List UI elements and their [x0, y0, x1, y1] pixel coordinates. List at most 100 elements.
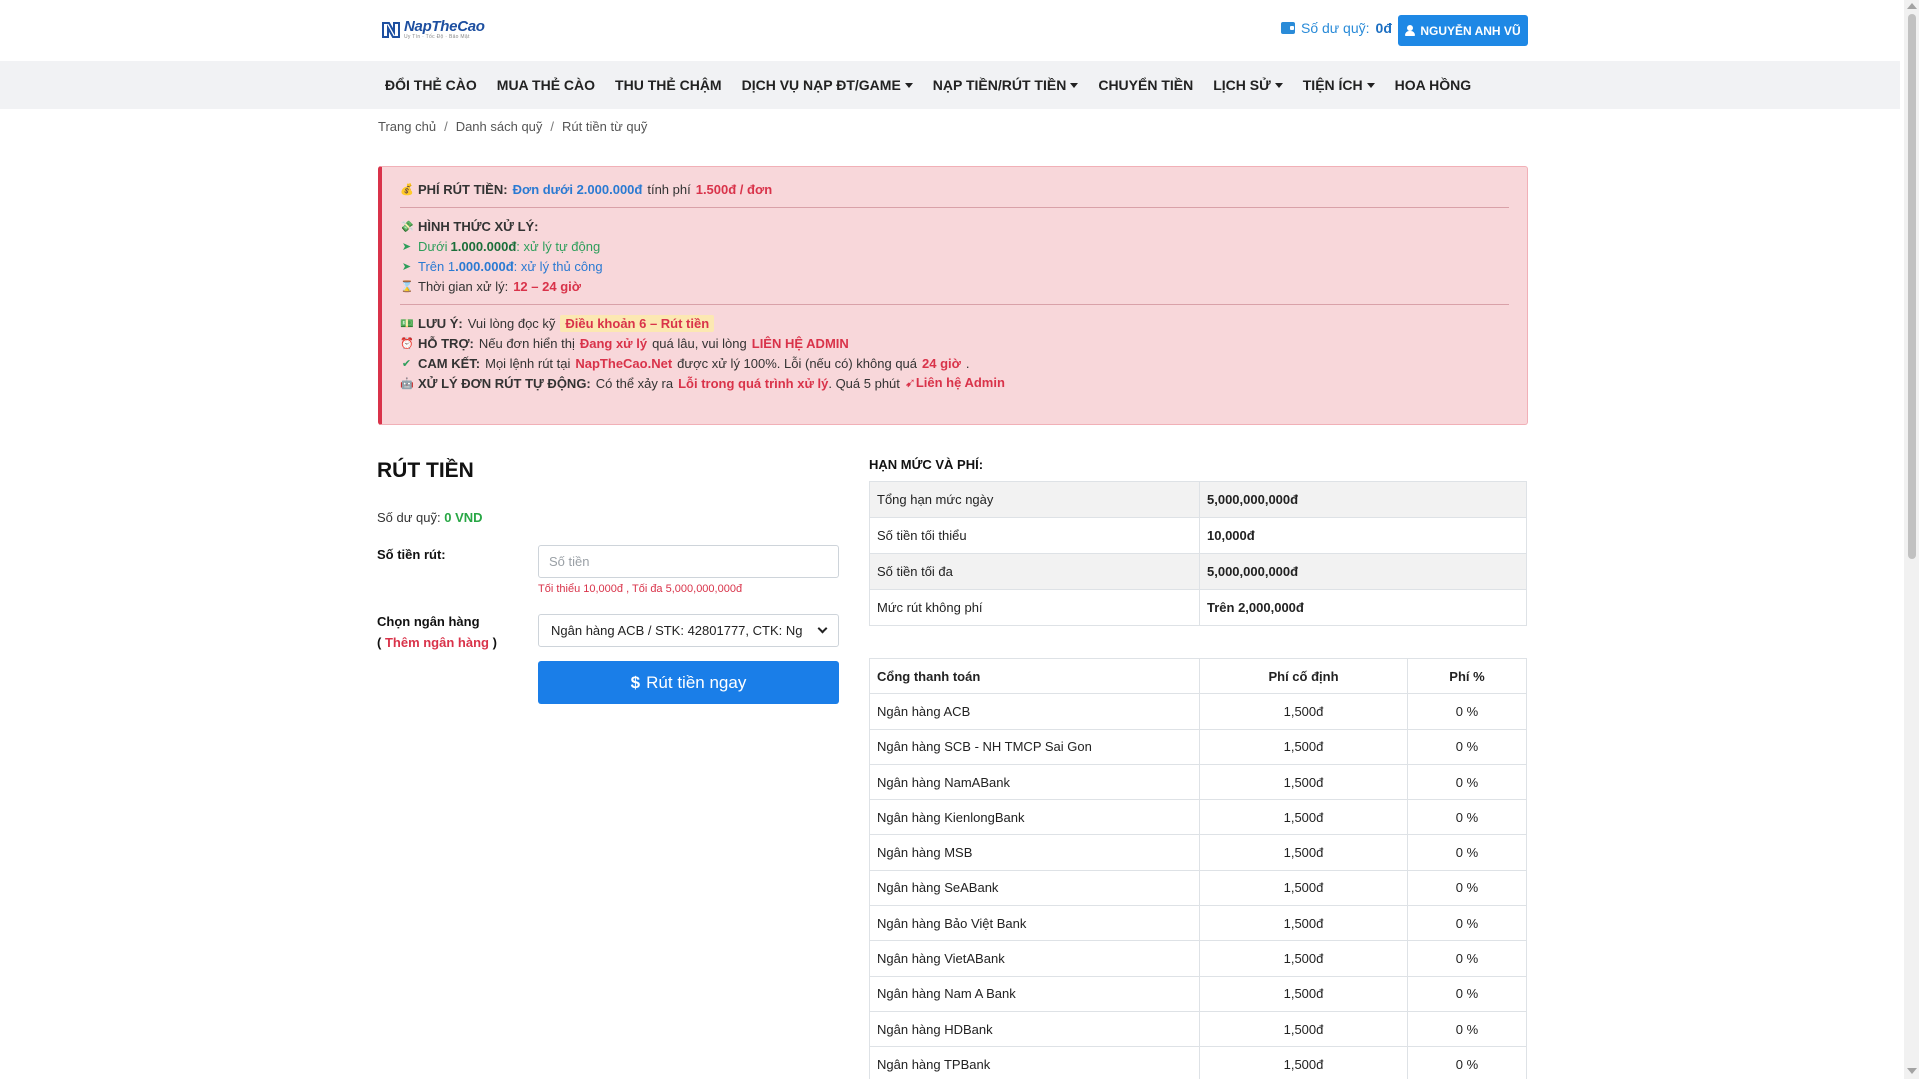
breadcrumb: Trang chủ / Danh sách quỹ / Rút tiền từ … — [378, 119, 647, 134]
auto-process-line: 🤖 XỬ LÝ ĐƠN RÚT TỰ ĐỘNG: Có thể xảy ra L… — [400, 373, 1509, 393]
page-scrollbar[interactable] — [1904, 0, 1919, 1079]
wallet-icon — [1281, 22, 1295, 34]
amount-input[interactable] — [538, 545, 839, 578]
money-wings-icon: 💸 — [400, 220, 414, 233]
percent-fee: 0 % — [1407, 834, 1527, 871]
nav-item-label: TIỆN ÍCH — [1302, 77, 1363, 93]
fund-value: 0 VND — [444, 510, 483, 525]
nav-item-6[interactable]: LỊCH SỬ — [1213, 77, 1283, 93]
percent-fee: 0 % — [1407, 728, 1527, 765]
breadcrumb-current: Rút tiền từ quỹ — [562, 119, 648, 134]
scroll-thumb[interactable] — [1908, 14, 1916, 559]
over-threshold-line: ➤ Trên 1 .000.000đ : xử lý thủ công — [400, 256, 1509, 276]
nav-item-label: THU THẺ CHẬM — [615, 77, 722, 93]
fund-balance: Số dư quỹ: 0 VND — [377, 510, 483, 525]
nav-item-3[interactable]: DỊCH VỤ NẠP ĐT/GAME — [742, 77, 913, 93]
bank-select[interactable]: Ngân hàng ACB / STK: 42801777, CTK: Ng — [538, 614, 839, 647]
support-label: HỖ TRỢ: — [418, 335, 474, 351]
fixed-fee: 1,500đ — [1199, 869, 1408, 907]
balance-label: Số dư quỹ: — [1301, 20, 1370, 36]
caret-down-icon — [1274, 82, 1283, 88]
percent-fee: 0 % — [1407, 799, 1527, 836]
limit-label: Số tiền tối thiểu — [869, 517, 1200, 554]
robot-icon: 🤖 — [400, 377, 414, 390]
process-label: HÌNH THỨC XỬ LÝ: — [418, 218, 539, 234]
fixed-fee: 1,500đ — [1199, 693, 1408, 730]
nav-item-label: HOA HỒNG — [1394, 77, 1472, 93]
breadcrumb-fund-list[interactable]: Danh sách quỹ — [456, 119, 543, 134]
fund-label: Số dư quỹ: — [377, 510, 441, 525]
fixed-fee: 1,500đ — [1199, 905, 1408, 942]
time-value: 12 – 24 giờ — [513, 278, 581, 294]
percent-fee: 0 % — [1407, 869, 1527, 907]
limit-label: Số tiền tối đa — [869, 553, 1200, 590]
support-status: Đang xử lý — [579, 335, 648, 351]
gateway-name: Ngân hàng SCB - NH TMCP Sai Gon — [869, 728, 1200, 765]
nav-item-label: ĐỔI THẺ CÀO — [385, 77, 477, 93]
process-line: 💸 HÌNH THỨC XỬ LÝ: — [400, 216, 1509, 236]
fee-condition: Đơn dưới 2.000.000đ — [512, 181, 643, 197]
fixed-fee: 1,500đ — [1199, 940, 1408, 977]
logo-text: NapTheCao — [404, 18, 485, 35]
limit-value: 5,000,000,000đ — [1199, 553, 1527, 590]
breadcrumb-home[interactable]: Trang chủ — [378, 119, 436, 134]
user-account-button[interactable]: NGUYỄN ANH VŨ — [1398, 15, 1528, 46]
contact-admin-link[interactable]: LIÊN HỆ ADMIN — [752, 336, 849, 351]
gateway-name: Ngân hàng HDBank — [869, 1010, 1200, 1048]
withdraw-title: RÚT TIỀN — [377, 459, 474, 482]
nav-item-1[interactable]: MUA THẺ CÀO — [497, 77, 595, 93]
contact-admin-link-2[interactable]: ➹Liên hệ Admin — [905, 375, 1005, 391]
nav-item-7[interactable]: TIỆN ÍCH — [1303, 77, 1375, 93]
fees-row: Ngân hàng SeABank 1,500đ 0 % — [869, 869, 1527, 907]
fees-row: Ngân hàng KienlongBank 1,500đ 0 % — [869, 799, 1527, 836]
time-label: Thời gian xử lý: — [418, 278, 509, 294]
gateway-name: Ngân hàng NamABank — [869, 763, 1200, 801]
main-nav: ĐỔI THẺ CÀO MUA THẺ CÀO THU THẺ CHẬM DỊCH V… — [0, 61, 1900, 109]
nav-item-0[interactable]: ĐỔI THẺ CÀO — [385, 77, 477, 93]
under-threshold-line: ➤ Dưới 1.000.000đ : xử lý tự động — [400, 236, 1509, 256]
over-amount: .000.000đ — [455, 258, 514, 274]
fixed-fee: 1,500đ — [1199, 975, 1408, 1012]
nav-item-label: NẠP TIỀN/RÚT TIỀN — [932, 77, 1067, 93]
fees-header-cell: Phí % — [1407, 657, 1527, 695]
scroll-down-arrow-icon[interactable] — [1907, 1068, 1917, 1074]
fixed-fee: 1,500đ — [1199, 763, 1408, 801]
limits-table: Tổng hạn mức ngày 5,000,000,000đ Số tiền t… — [869, 481, 1527, 626]
note-line: 💵 LƯU Ý: Vui lòng đọc kỹ Điều khoản 6 – … — [400, 313, 1509, 333]
fees-row: Ngân hàng SCB - NH TMCP Sai Gon 1,500đ 0 % — [869, 728, 1527, 765]
chevron-down-icon — [817, 623, 828, 634]
limits-row: Tổng hạn mức ngày 5,000,000,000đ — [869, 481, 1527, 518]
fixed-fee: 1,500đ — [1199, 728, 1408, 765]
fixed-fee: 1,500đ — [1199, 1046, 1408, 1079]
nav-item-4[interactable]: NẠP TIỀN/RÚT TIỀN — [933, 77, 1079, 93]
limits-row: Mức rút không phí Trên 2,000,000đ — [869, 589, 1527, 626]
scroll-up-arrow-icon[interactable] — [1907, 3, 1917, 9]
support-text-2: quá lâu, vui lòng — [652, 335, 747, 351]
amount-label: Số tiền rút: — [377, 547, 446, 562]
limit-value: 10,000đ — [1199, 517, 1527, 554]
fees-row: Ngân hàng TPBank 1,500đ 0 % — [869, 1046, 1527, 1079]
withdraw-submit-button[interactable]: $ Rút tiền ngay — [538, 661, 839, 704]
limit-label: Mức rút không phí — [869, 589, 1200, 626]
arrow-right-icon: ➤ — [401, 240, 412, 253]
note-label: LƯU Ý: — [418, 315, 463, 331]
under-amount: 1.000.000đ — [450, 238, 517, 254]
nav-item-5[interactable]: CHUYỂN TIỀN — [1098, 77, 1193, 93]
header-balance[interactable]: Số dư quỹ: 0đ — [1281, 20, 1392, 36]
nav-item-8[interactable]: HOA HỒNG — [1395, 77, 1471, 93]
limit-label: Tổng hạn mức ngày — [869, 481, 1200, 518]
commit-label: CAM KẾT: — [418, 355, 481, 371]
percent-fee: 0 % — [1407, 1010, 1527, 1048]
nav-item-2[interactable]: THU THẺ CHẬM — [615, 77, 722, 93]
add-bank-link[interactable]: Thêm ngân hàng — [385, 635, 489, 650]
support-line: ⏰ HỖ TRỢ: Nếu đơn hiển thị Đang xử lý qu… — [400, 333, 1509, 353]
limits-row: Số tiền tối thiểu 10,000đ — [869, 517, 1527, 554]
fees-row: Ngân hàng NamABank 1,500đ 0 % — [869, 763, 1527, 801]
limit-value: Trên 2,000,000đ — [1199, 589, 1527, 626]
site-logo[interactable]: NapTheCao Uy Tín · Tốc Độ · Bảo Mật — [381, 16, 485, 44]
nav-item-label: CHUYỂN TIỀN — [1098, 77, 1194, 93]
auto-contact: Liên hệ Admin — [915, 375, 1005, 390]
percent-fee: 0 % — [1407, 763, 1527, 801]
note-text: Vui lòng đọc kỹ — [467, 315, 556, 331]
terms-link[interactable]: Điều khoản 6 – Rút tiền — [560, 314, 715, 332]
